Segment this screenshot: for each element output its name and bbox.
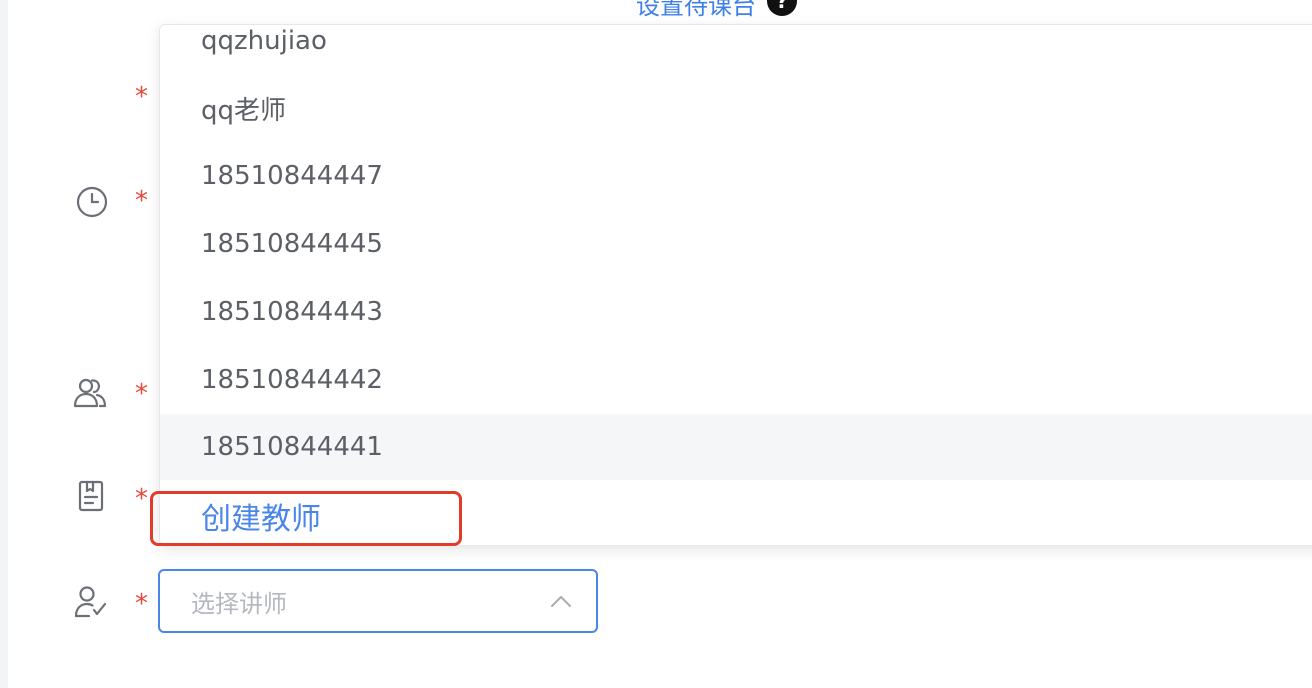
dropdown-option[interactable]: 18510844447 [160,143,1312,209]
dropdown-option[interactable]: 18510844443 [160,279,1312,345]
teacher-select[interactable]: 选择讲师 [158,569,598,633]
required-mark: * [135,379,148,409]
setup-classroom-link[interactable]: 设置待课台 [636,0,756,21]
required-mark: * [135,82,148,112]
left-panel-edge [0,0,8,688]
required-mark: * [135,186,148,216]
book-icon [73,478,109,514]
users-icon [72,374,108,410]
chevron-up-icon[interactable] [548,589,574,615]
create-teacher-link[interactable]: 创建教师 [201,491,321,541]
required-mark: * [135,589,148,619]
question-icon[interactable]: ? [767,0,797,16]
dropdown-option[interactable]: 18510844442 [160,347,1312,413]
required-mark: * [135,484,148,514]
dropdown-option[interactable]: 18510844441 [160,414,1312,480]
dropdown-option[interactable]: 18510844445 [160,211,1312,277]
teacher-select-placeholder: 选择讲师 [191,589,287,618]
dropdown-option[interactable]: qqzhujiao [160,25,1312,74]
teacher-icon [72,584,108,620]
dropdown-option[interactable]: qq老师 [160,75,1312,141]
teacher-dropdown-menu: qqzhujiao qq老师 18510844447 18510844445 1… [159,24,1312,546]
clock-icon [74,184,110,220]
